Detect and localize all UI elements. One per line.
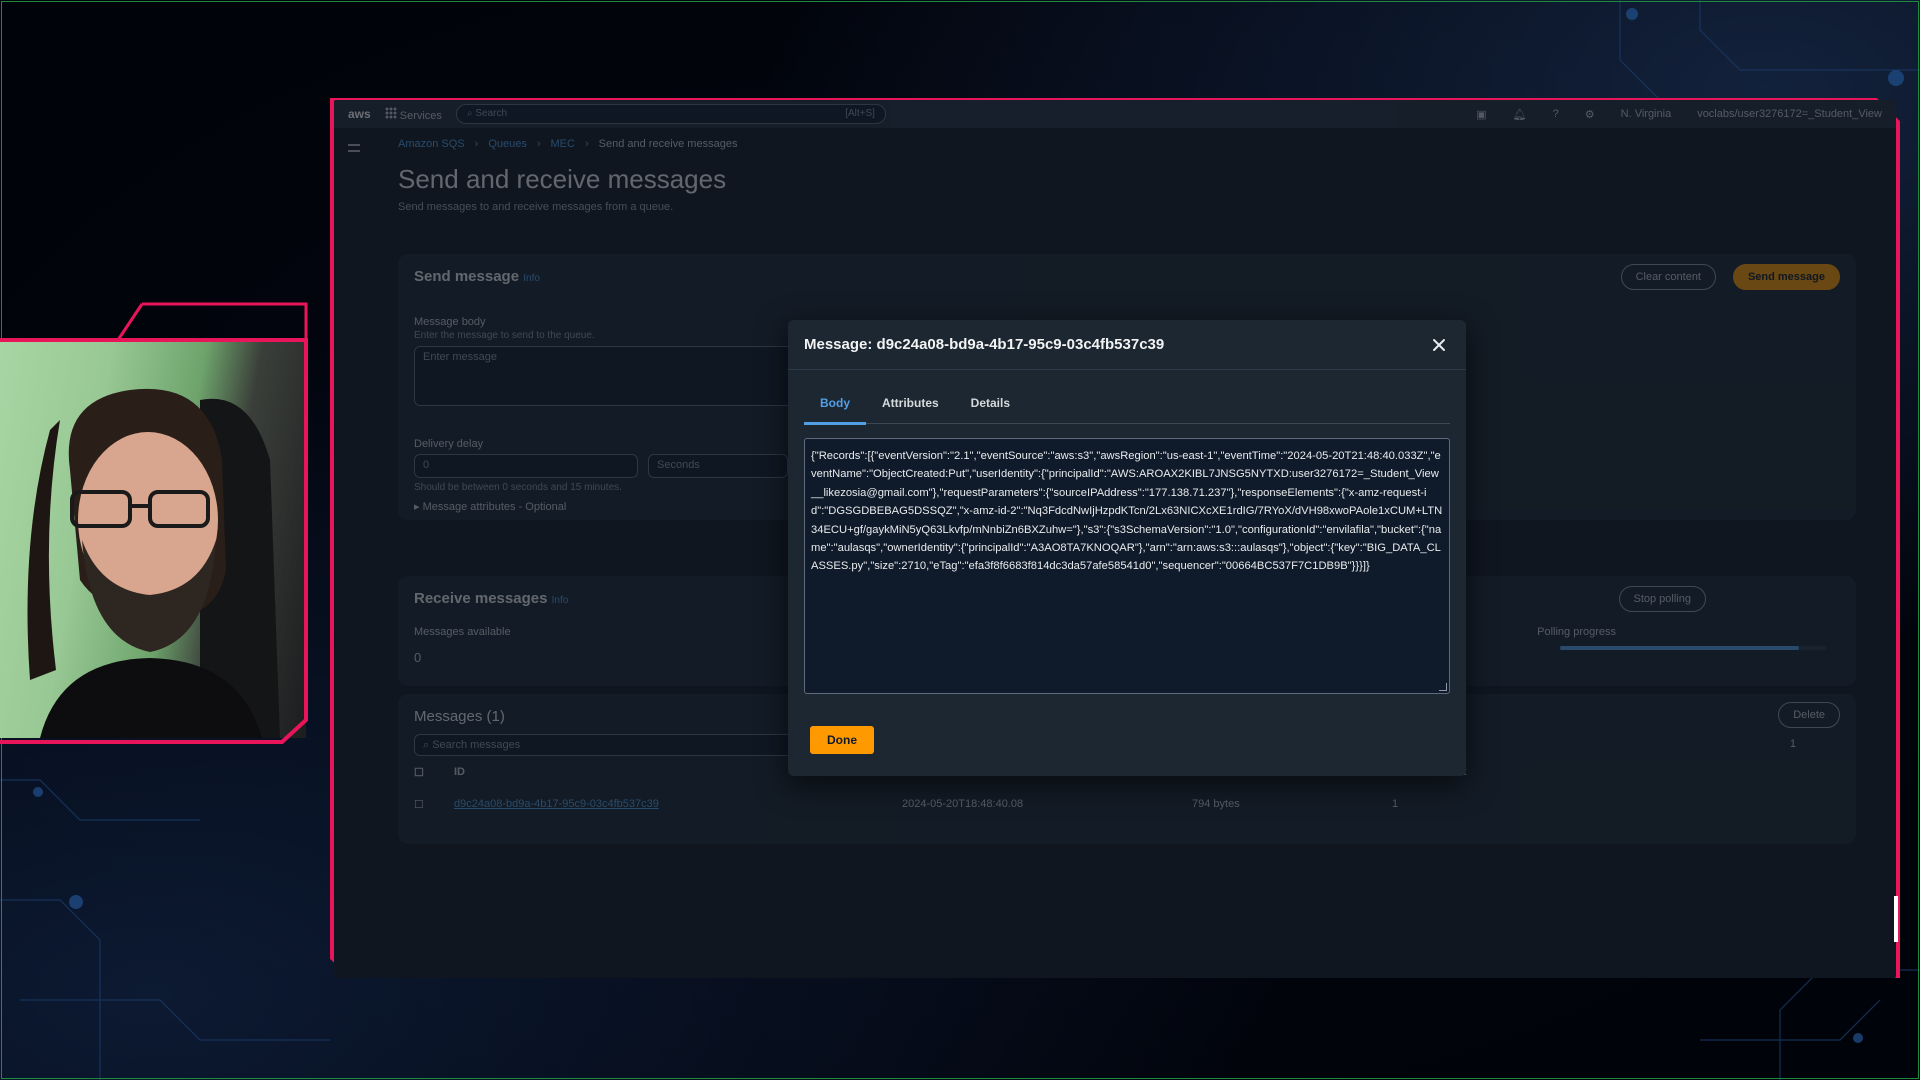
- delay-unit-select[interactable]: Seconds: [648, 454, 788, 478]
- send-message-button[interactable]: Send message: [1732, 264, 1840, 290]
- receive-heading: Receive messages Info: [414, 590, 569, 607]
- stop-polling-button[interactable]: Stop polling: [1618, 586, 1706, 612]
- polling-progress-bar: [1560, 646, 1826, 650]
- scroll-indicator: [1894, 896, 1898, 942]
- aws-top-nav: aws Services ⌕ Search [Alt+S] ▣ 🔔︎ ? ⚙ N…: [334, 100, 1896, 128]
- send-heading: Send message Info: [414, 268, 540, 285]
- available-value: 0: [414, 650, 422, 665]
- messages-heading: Messages (1): [414, 708, 505, 725]
- tab-details[interactable]: Details: [955, 386, 1026, 423]
- close-icon: [1433, 338, 1445, 351]
- breadcrumb-item[interactable]: Queues: [488, 138, 527, 150]
- search-icon: ⌕ Search: [466, 108, 508, 119]
- delay-label: Delivery delay: [414, 438, 484, 450]
- available-label: Messages available: [414, 626, 511, 638]
- settings-icon[interactable]: ⚙: [1585, 108, 1595, 121]
- delay-input[interactable]: 0: [414, 454, 638, 478]
- info-link[interactable]: Info: [552, 595, 569, 606]
- message-id-link[interactable]: d9c24a08-bd9a-4b17-95c9-03c4fb537c39: [454, 798, 902, 811]
- account-menu[interactable]: voclabs/user3276172=_Student_View: [1697, 108, 1882, 120]
- page-header: Amazon SQS › Queues › MEC › Send and receiv…: [398, 138, 1856, 213]
- browser-screen: aws Services ⌕ Search [Alt+S] ▣ 🔔︎ ? ⚙ N…: [334, 100, 1896, 978]
- breadcrumb: Amazon SQS › Queues › MEC › Send and receiv…: [398, 138, 738, 150]
- breadcrumb-item[interactable]: MEC: [551, 138, 575, 150]
- close-button[interactable]: [1428, 334, 1450, 356]
- clear-content-button[interactable]: Clear content: [1620, 264, 1716, 290]
- page-title: Send and receive messages: [398, 164, 727, 194]
- row-checkbox[interactable]: ☐: [414, 798, 454, 811]
- page-subtitle: Send messages to and receive messages fr…: [398, 201, 674, 213]
- polling-progress-label: Polling progress: [1537, 626, 1616, 638]
- grid-icon: [384, 106, 397, 119]
- body-label: Message body: [414, 316, 486, 328]
- services-menu[interactable]: Services: [384, 106, 442, 122]
- tab-attributes[interactable]: Attributes: [866, 386, 955, 423]
- modal-header: Message: d9c24a08-bd9a-4b17-95c9-03c4fb5…: [788, 320, 1466, 370]
- region-selector[interactable]: N. Virginia: [1621, 108, 1672, 120]
- size-cell: 794 bytes: [1192, 798, 1240, 810]
- done-button[interactable]: Done: [810, 726, 874, 754]
- breadcrumb-current: Send and receive messages: [598, 138, 738, 150]
- message-body-textarea[interactable]: {"Records":[{"eventVersion":"2.1","event…: [804, 438, 1450, 694]
- delete-button[interactable]: Delete: [1778, 702, 1840, 728]
- sent-cell: 2024-05-20T18:48:40.08: [902, 798, 1024, 810]
- body-hint: Enter the message to send to the queue.: [414, 330, 595, 341]
- webcam-frame: [0, 300, 310, 744]
- receive-count-cell: 1: [1392, 798, 1399, 810]
- aws-logo[interactable]: aws: [348, 107, 371, 121]
- page-number[interactable]: 1: [1790, 738, 1796, 750]
- cloudshell-icon[interactable]: ▣: [1476, 108, 1486, 121]
- bell-icon[interactable]: 🔔︎: [1513, 108, 1527, 121]
- help-icon[interactable]: ?: [1553, 108, 1559, 120]
- resize-handle[interactable]: [1439, 683, 1447, 691]
- search-shortcut: [Alt+S]: [845, 108, 875, 119]
- message-attributes-toggle[interactable]: ▸ Message attributes - Optional: [414, 500, 566, 513]
- message-modal: Message: d9c24a08-bd9a-4b17-95c9-03c4fb5…: [788, 320, 1466, 776]
- tab-body[interactable]: Body: [804, 386, 866, 425]
- menu-icon[interactable]: [348, 144, 360, 152]
- delay-hint: Should be between 0 seconds and 15 minut…: [414, 482, 622, 493]
- search-input[interactable]: ⌕ Search [Alt+S]: [455, 104, 886, 124]
- breadcrumb-item[interactable]: Amazon SQS: [398, 138, 465, 150]
- modal-title: Message: d9c24a08-bd9a-4b17-95c9-03c4fb5…: [804, 336, 1165, 353]
- info-link[interactable]: Info: [523, 273, 540, 284]
- table-row[interactable]: ☐ d9c24a08-bd9a-4b17-95c9-03c4fb537c39 2…: [414, 798, 1840, 811]
- modal-tabs: Body Attributes Details: [804, 386, 1450, 425]
- message-body-text: {"Records":[{"eventVersion":"2.1","event…: [811, 450, 1443, 573]
- select-all-checkbox[interactable]: ☐: [414, 766, 454, 779]
